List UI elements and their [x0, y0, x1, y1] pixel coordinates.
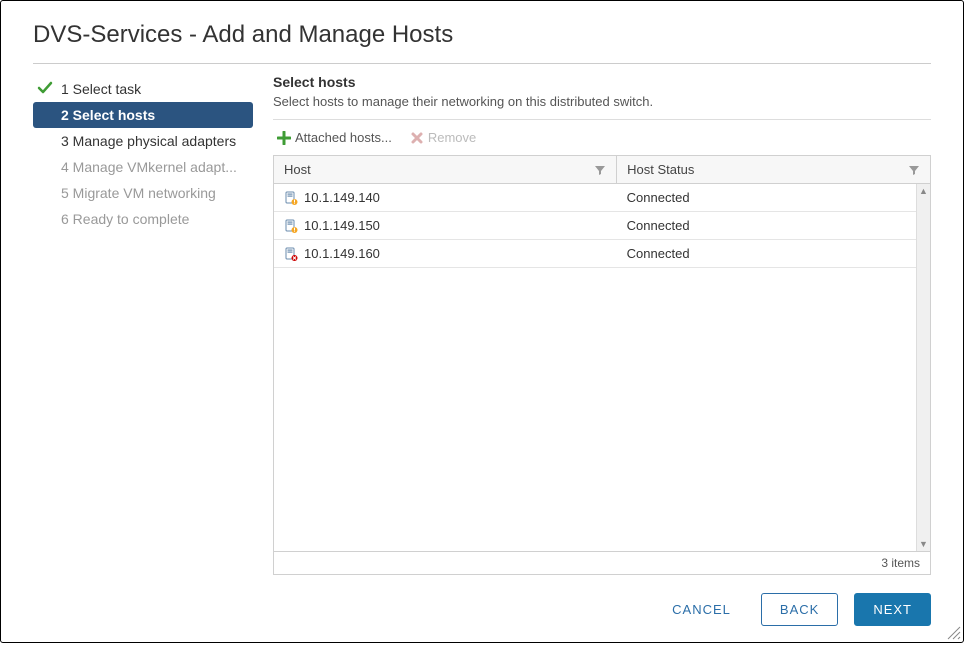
remove-icon [410, 131, 424, 145]
nav-step-label: 5 Migrate VM networking [61, 185, 216, 201]
host-address: 10.1.149.160 [304, 246, 380, 261]
scrollbar[interactable]: ▲ ▼ [916, 184, 930, 551]
nav-step-5: 5 Migrate VM networking [33, 180, 253, 206]
cell-host: 10.1.149.150 [274, 212, 617, 239]
table-row[interactable]: 10.1.149.150 Connected [274, 212, 930, 240]
host-address: 10.1.149.150 [304, 218, 380, 233]
host-icon [284, 191, 298, 205]
remove-label: Remove [428, 130, 476, 145]
filter-icon[interactable] [908, 164, 920, 176]
cell-host: 10.1.149.160 [274, 240, 617, 267]
nav-step-label: 4 Manage VMkernel adapt... [61, 159, 237, 175]
next-button[interactable]: NEXT [854, 593, 931, 626]
nav-step-3: 3 Manage physical adapters [33, 128, 253, 154]
host-icon [284, 247, 298, 261]
table-row[interactable]: 10.1.149.140 Connected [274, 184, 930, 212]
nav-step-label: 2 Select hosts [61, 107, 155, 123]
host-address: 10.1.149.140 [304, 190, 380, 205]
attached-hosts-button[interactable]: Attached hosts... [277, 130, 392, 145]
column-header-host-label: Host [284, 162, 311, 177]
nav-step-label: 3 Manage physical adapters [61, 133, 236, 149]
grid-header: Host Host Status [274, 156, 930, 184]
host-icon [284, 219, 298, 233]
panel-heading: Select hosts [273, 74, 931, 90]
nav-step-4: 4 Manage VMkernel adapt... [33, 154, 253, 180]
column-header-status[interactable]: Host Status [617, 156, 930, 183]
cell-status: Connected [617, 184, 930, 211]
check-icon [37, 80, 53, 96]
table-row[interactable]: 10.1.149.160 Connected [274, 240, 930, 268]
cell-status: Connected [617, 240, 930, 267]
attached-hosts-label: Attached hosts... [295, 130, 392, 145]
wizard-nav: 1 Select task 2 Select hosts 3 Manage phys… [33, 74, 253, 575]
nav-step-2[interactable]: 2 Select hosts [33, 102, 253, 128]
column-header-host[interactable]: Host [274, 156, 617, 183]
nav-step-1[interactable]: 1 Select task [33, 76, 253, 102]
dialog-title: DVS-Services - Add and Manage Hosts [33, 21, 931, 64]
grid-toolbar: Attached hosts... Remove [273, 120, 931, 155]
cancel-button[interactable]: CANCEL [658, 594, 745, 625]
filter-icon[interactable] [594, 164, 606, 176]
host-status: Connected [627, 190, 690, 205]
grid-body: 10.1.149.140 Connected 10.1.149.150 Connect… [274, 184, 930, 551]
panel-description: Select hosts to manage their networking … [273, 94, 931, 120]
grid-footer: 3 items [274, 551, 930, 574]
back-button[interactable]: BACK [761, 593, 838, 626]
remove-button: Remove [410, 130, 476, 145]
scroll-down-icon[interactable]: ▼ [917, 537, 930, 551]
cell-status: Connected [617, 212, 930, 239]
wizard-footer: CANCEL BACK NEXT [33, 575, 931, 626]
nav-step-label: 1 Select task [61, 81, 141, 97]
host-status: Connected [627, 218, 690, 233]
cell-host: 10.1.149.140 [274, 184, 617, 211]
hosts-grid: Host Host Status 10.1.149.140Connected10… [273, 155, 931, 575]
resize-grip-icon[interactable] [947, 626, 961, 640]
column-header-status-label: Host Status [627, 162, 694, 177]
nav-step-label: 6 Ready to complete [61, 211, 189, 227]
scroll-up-icon[interactable]: ▲ [917, 184, 930, 198]
host-status: Connected [627, 246, 690, 261]
nav-step-6: 6 Ready to complete [33, 206, 253, 232]
plus-icon [277, 131, 291, 145]
